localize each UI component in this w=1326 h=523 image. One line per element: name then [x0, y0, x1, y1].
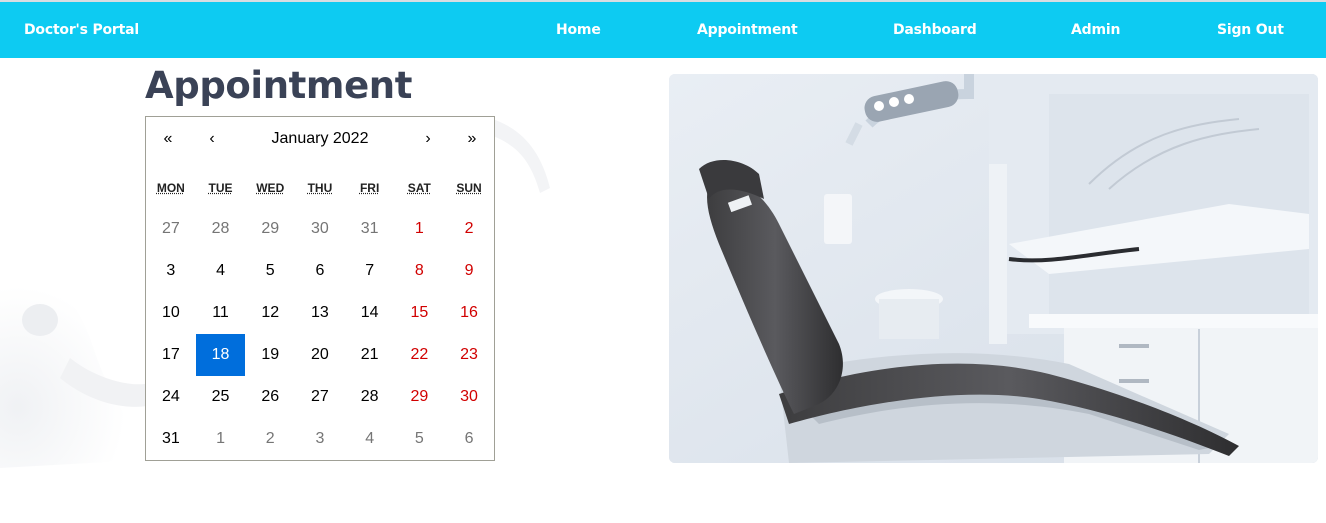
calendar-day[interactable]: 20: [295, 334, 345, 376]
calendar-day[interactable]: 12: [245, 292, 295, 334]
weekday-label: THU: [307, 181, 333, 195]
navbar: Doctor's Portal Home Appointment Dashboa…: [0, 2, 1326, 58]
calendar-day[interactable]: 5: [245, 250, 295, 292]
calendar-day[interactable]: 10: [146, 292, 196, 334]
next-month-button[interactable]: ›: [406, 117, 450, 161]
calendar-day[interactable]: 16: [444, 292, 494, 334]
calendar-day[interactable]: 29: [395, 376, 445, 418]
calendar-day[interactable]: 28: [196, 208, 246, 250]
calendar-day[interactable]: 3: [146, 250, 196, 292]
weekday-label: SUN: [456, 181, 482, 195]
weekday-label: WED: [256, 181, 285, 195]
calendar-day[interactable]: 27: [146, 208, 196, 250]
calendar-day[interactable]: 26: [245, 376, 295, 418]
calendar-day[interactable]: 31: [345, 208, 395, 250]
nav-appointment[interactable]: Appointment: [697, 2, 798, 58]
dental-chair-photo-icon: [669, 74, 1318, 463]
calendar-day[interactable]: 29: [245, 208, 295, 250]
calendar-day[interactable]: 18: [195, 334, 246, 376]
weekday-label: MON: [156, 181, 185, 195]
nav-sign-out[interactable]: Sign Out: [1217, 2, 1284, 58]
weekday-header: MON TUE WED THU FRI SAT SUN: [146, 181, 494, 201]
page-title: Appointment: [145, 64, 413, 107]
calendar-day[interactable]: 17: [146, 334, 196, 376]
prev-year-button[interactable]: «: [146, 117, 190, 161]
calendar-day[interactable]: 9: [444, 250, 494, 292]
calendar-day[interactable]: 6: [444, 418, 494, 460]
calendar-day[interactable]: 31: [146, 418, 196, 460]
calendar-day[interactable]: 2: [444, 208, 494, 250]
prev-month-button[interactable]: ‹: [190, 117, 234, 161]
weekday-label: FRI: [359, 181, 380, 195]
calendar-day[interactable]: 4: [196, 250, 246, 292]
calendar-day[interactable]: 3: [295, 418, 345, 460]
calendar-day[interactable]: 24: [146, 376, 196, 418]
nav-home[interactable]: Home: [556, 2, 601, 58]
calendar-day[interactable]: 15: [395, 292, 445, 334]
weekday-label: TUE: [208, 181, 233, 195]
calendar-day[interactable]: 2: [245, 418, 295, 460]
calendar-day[interactable]: 14: [345, 292, 395, 334]
calendar-day[interactable]: 30: [295, 208, 345, 250]
dental-chair-photo: [669, 74, 1318, 463]
nav-dashboard[interactable]: Dashboard: [893, 2, 977, 58]
brand-logo[interactable]: Doctor's Portal: [24, 2, 139, 58]
calendar-day[interactable]: 23: [444, 334, 494, 376]
calendar-day[interactable]: 8: [395, 250, 445, 292]
calendar-day[interactable]: 28: [345, 376, 395, 418]
appointment-calendar: « ‹ January 2022 › » MON TUE WED THU FRI…: [145, 116, 495, 461]
calendar-day[interactable]: 11: [196, 292, 246, 334]
calendar-day[interactable]: 22: [395, 334, 445, 376]
calendar-day[interactable]: 5: [395, 418, 445, 460]
calendar-month-label[interactable]: January 2022: [234, 117, 406, 161]
calendar-day[interactable]: 7: [345, 250, 395, 292]
weekday-label: SAT: [407, 181, 431, 195]
calendar-day[interactable]: 25: [196, 376, 246, 418]
calendar-day[interactable]: 1: [395, 208, 445, 250]
calendar-day[interactable]: 19: [245, 334, 295, 376]
calendar-day[interactable]: 6: [295, 250, 345, 292]
calendar-day[interactable]: 21: [345, 334, 395, 376]
calendar-navigation: « ‹ January 2022 › »: [146, 117, 494, 161]
nav-admin[interactable]: Admin: [1071, 2, 1120, 58]
next-year-button[interactable]: »: [450, 117, 494, 161]
calendar-day[interactable]: 30: [444, 376, 494, 418]
calendar-day[interactable]: 13: [295, 292, 345, 334]
calendar-day[interactable]: 4: [345, 418, 395, 460]
calendar-day[interactable]: 27: [295, 376, 345, 418]
calendar-day[interactable]: 1: [196, 418, 246, 460]
